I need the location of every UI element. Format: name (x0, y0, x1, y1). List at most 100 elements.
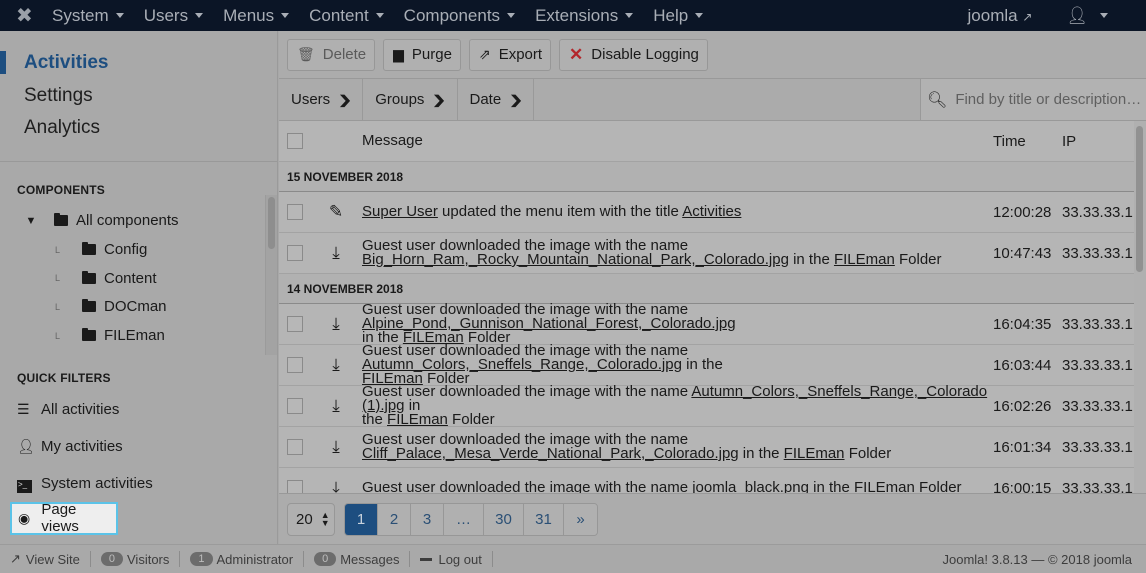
tree-item-all-components[interactable]: ▼ All components (0, 207, 277, 236)
message-link[interactable]: Activities (682, 203, 741, 220)
activity-message: Guest user downloaded the image with the… (362, 342, 723, 387)
user-icon: 👤︎ (17, 437, 35, 454)
row-checkbox[interactable] (287, 316, 303, 332)
tree-item-config[interactable]: L Config (0, 235, 277, 264)
x-icon: ✕ (569, 44, 584, 64)
page-button[interactable]: 31 (524, 503, 564, 535)
joomla-logo-icon[interactable]: ✖ (16, 3, 52, 28)
sidebar-item-activities[interactable]: Activities (0, 47, 277, 80)
folder-icon (82, 270, 96, 284)
topbar-right: joomla ↗ 👤︎ (968, 6, 1146, 26)
visitors-badge: 0 (100, 552, 123, 566)
select-all-checkbox[interactable] (287, 133, 303, 149)
site-link[interactable]: joomla ↗ (968, 6, 1033, 26)
table-body: 15 NOVEMBER 2018 ✎ Super User updated the … (279, 162, 1146, 493)
table-scrollbar[interactable] (1134, 121, 1146, 493)
folder-open-icon (54, 213, 68, 227)
activity-message: Guest user downloaded the image with the… (362, 431, 892, 462)
date-filter[interactable]: Date ❯ (458, 79, 535, 120)
menu-menus[interactable]: Menus (223, 6, 290, 26)
tree-item-label: All components (76, 212, 179, 230)
view-site-link[interactable]: ↗ View Site (0, 551, 91, 567)
menu-help[interactable]: Help (653, 6, 704, 26)
logout-link[interactable]: Log out (410, 551, 493, 567)
row-checkbox[interactable] (287, 439, 303, 455)
menu-components[interactable]: Components (404, 6, 516, 26)
search-icon: 🔍︎ (927, 91, 948, 109)
page-button[interactable]: 30 (484, 503, 524, 535)
purge-button[interactable]: ▆ Purge (383, 38, 461, 71)
row-checkbox[interactable] (287, 480, 303, 493)
filter-bar: Users ❯ Groups ❯ Date ❯ 🔍︎ Find by title or … (279, 79, 1146, 121)
quick-filter-all[interactable]: ☰ All activities (0, 391, 277, 428)
message-link[interactable]: FILEman (834, 251, 895, 268)
pencil-icon: ✎ (328, 202, 344, 221)
quick-filter-label: System activities (41, 474, 153, 492)
message-link[interactable]: Cliff_Palace,_Mesa_Verde_National_Park,_… (362, 445, 739, 462)
limit-select[interactable]: 20 ▲ ▼ (287, 502, 335, 536)
tree-scrollbar[interactable] (265, 194, 277, 355)
activity-time: 10:47:43 (993, 244, 1052, 262)
row-checkbox[interactable] (287, 245, 303, 261)
page-button[interactable]: 3 (411, 503, 444, 535)
menu-content[interactable]: Content (309, 6, 384, 26)
scrollbar-thumb[interactable] (268, 196, 275, 249)
next-page-button[interactable]: » (564, 503, 597, 535)
caret-down-icon[interactable]: ▼ (16, 215, 46, 227)
messages-status[interactable]: 0 Messages (304, 551, 411, 567)
row-checkbox[interactable] (287, 357, 303, 373)
message-link[interactable]: joomla_black.png (692, 479, 809, 493)
delete-button[interactable]: 🗑︎ Delete (287, 38, 376, 71)
version-info: Joomla! 3.8.13 — © 2018 joomla (942, 551, 1132, 567)
scrollbar-thumb[interactable] (1136, 126, 1143, 272)
download-icon: ⤓ (332, 314, 340, 333)
header-time[interactable]: Time (993, 133, 1062, 150)
message-link[interactable]: Super User (362, 203, 438, 220)
users-filter[interactable]: Users ❯ (279, 79, 364, 120)
administrator-status[interactable]: 1 Administrator (180, 551, 305, 567)
quick-filter-page-views[interactable]: ◉ Page views (10, 501, 118, 535)
export-button[interactable]: ⇗ Export (468, 38, 552, 71)
visitors-status[interactable]: 0 Visitors (91, 551, 181, 567)
components-heading: COMPONENTS (17, 182, 106, 197)
tree-item-content[interactable]: L Content (0, 264, 277, 293)
search-input[interactable]: 🔍︎ Find by title or description… (920, 79, 1146, 120)
message-link[interactable]: FILEman (387, 411, 448, 428)
download-icon: ⤓ (332, 396, 340, 415)
header-message[interactable]: Message (362, 133, 993, 148)
caret-down-icon (507, 13, 516, 18)
page-button[interactable]: 2 (378, 503, 411, 535)
page-button[interactable]: 1 (345, 503, 378, 535)
message-link[interactable]: Big_Horn_Ram,_Rocky_Mountain_National_Pa… (362, 251, 789, 268)
sidebar-item-settings[interactable]: Settings (0, 80, 277, 113)
message-link[interactable]: FILEman (784, 445, 845, 462)
table-row: ✎ Super User updated the menu item with t… (279, 192, 1146, 233)
tree-branch-icon: L (55, 273, 61, 284)
footer-label: Visitors (127, 551, 170, 567)
row-checkbox[interactable] (287, 204, 303, 220)
disable-logging-button[interactable]: ✕ Disable Logging (559, 38, 708, 71)
menu-users[interactable]: Users (144, 6, 204, 26)
caret-down-icon (281, 13, 290, 18)
message-link[interactable]: FILEman (854, 479, 915, 493)
button-label: Purge (411, 46, 452, 63)
quick-filter-mine[interactable]: 👤︎ My activities (0, 428, 277, 465)
groups-filter[interactable]: Groups ❯ (363, 79, 458, 120)
quick-filter-system[interactable]: >_ System activities (0, 465, 277, 502)
tree-item-label: Config (104, 241, 148, 259)
sidebar-item-analytics[interactable]: Analytics (0, 112, 277, 145)
menu-label: Extensions (535, 5, 619, 25)
menu-label: System (52, 5, 109, 25)
components-tree: ▼ All components L Config L Content L DOCma… (0, 194, 277, 357)
footer-label: View Site (25, 551, 80, 567)
menu-system[interactable]: System (52, 6, 124, 26)
table-row: ⤓ Guest user downloaded the image with th… (279, 342, 1146, 387)
tree-item-fileman[interactable]: L FILEman (0, 321, 277, 350)
row-checkbox[interactable] (287, 398, 303, 414)
menu-extensions[interactable]: Extensions (535, 5, 634, 26)
message-link[interactable]: Autumn_Colors,_Sneffels_Range,_Colorado … (362, 383, 987, 414)
sidebar-nav: Activities Settings Analytics (0, 31, 277, 162)
download-icon: ⤓ (332, 478, 340, 493)
tree-item-docman[interactable]: L DOCman (0, 293, 277, 322)
user-menu[interactable]: 👤︎ (1066, 6, 1108, 26)
